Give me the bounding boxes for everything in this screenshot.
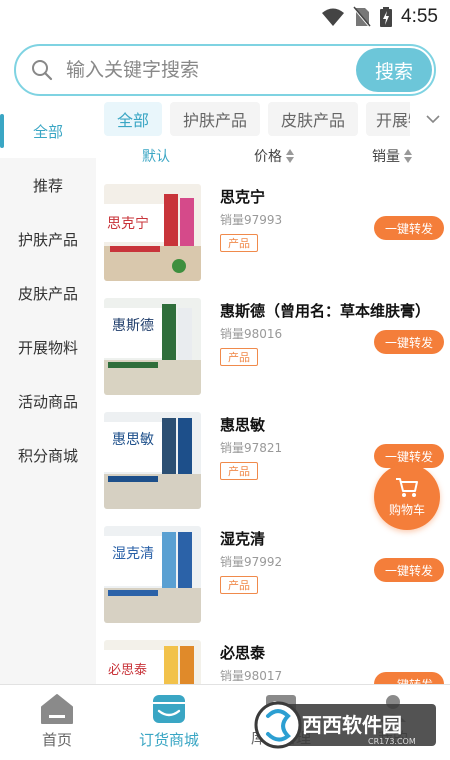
category-sidebar: 全部 推荐 护肤产品 皮肤产品 开展物料 活动商品 积分商城 <box>0 104 96 684</box>
product-image: 惠斯德 <box>104 298 201 395</box>
sort-sales-label: 销量 <box>372 149 400 165</box>
product-item[interactable]: 惠斯德 惠斯德（曾用名：草本维肤膏） 销量98016 产品 一键转发 <box>96 292 450 406</box>
svg-text:思克宁: 思克宁 <box>107 215 149 232</box>
search-bar: 搜索 <box>14 44 436 96</box>
product-tag: 产品 <box>220 462 258 480</box>
product-list: 思克宁 思克宁 销量97993 产品 一键转发 惠斯德 惠斯德（曾用名：草本维肤… <box>96 176 450 684</box>
active-indicator <box>0 114 4 148</box>
category-label: 开展物料 <box>17 338 78 357</box>
product-name: 惠斯德（曾用名：草本维肤膏） <box>220 302 431 320</box>
svg-text:惠斯德: 惠斯德 <box>112 318 154 334</box>
store-icon <box>153 695 185 723</box>
wifi-icon <box>322 8 345 26</box>
product-image: 必思泰 <box>104 640 201 684</box>
svg-text:湿克清: 湿克清 <box>112 546 154 562</box>
category-item-skincare[interactable]: 护肤产品 <box>0 212 96 266</box>
sort-price-label: 价格 <box>254 149 282 165</box>
product-item[interactable]: 湿克清 湿克清 销量97992 产品 一键转发 <box>96 520 450 634</box>
product-name: 湿克清 <box>220 530 266 548</box>
chevron-down-icon[interactable] <box>424 110 442 128</box>
status-bar: 4:55 <box>0 0 450 38</box>
product-sales: 销量97993 <box>220 213 283 227</box>
nav-store-label: 订货商城 <box>138 731 199 749</box>
category-item-promo[interactable]: 活动商品 <box>0 374 96 428</box>
nav-home-label: 首页 <box>41 731 72 749</box>
tab-all[interactable]: 全部 <box>104 102 162 136</box>
sort-bar: 默认 价格 销量 <box>104 142 450 170</box>
status-time: 4:55 <box>401 6 438 27</box>
no-sim-icon <box>353 6 371 28</box>
sort-price[interactable]: 价格 <box>254 146 294 166</box>
home-icon <box>41 694 73 724</box>
share-button[interactable]: 一键转发 <box>374 330 444 354</box>
product-image: 思克宁 <box>104 184 201 281</box>
svg-text:惠思敏: 惠思敏 <box>112 432 154 448</box>
product-name: 惠思敏 <box>220 416 266 434</box>
category-item-recommend[interactable]: 推荐 <box>0 158 96 212</box>
sort-sales[interactable]: 销量 <box>372 146 412 166</box>
product-sales: 销量98016 <box>220 327 283 341</box>
search-button[interactable]: 搜索 <box>356 48 432 92</box>
product-image: 湿克清 <box>104 526 201 623</box>
svg-text:西西软件园: 西西软件园 <box>302 713 402 737</box>
product-sales: 销量98017 <box>220 669 283 683</box>
nav-home[interactable]: 首页 <box>12 693 102 755</box>
search-icon <box>32 60 53 81</box>
sort-default-label: 默认 <box>142 149 170 165</box>
nav-store[interactable]: 订货商城 <box>124 693 214 755</box>
cart-button[interactable]: 购物车 <box>374 464 440 530</box>
subcategory-tabs: 全部 护肤产品 皮肤产品 开展物 <box>104 102 450 138</box>
cart-icon <box>396 477 418 497</box>
product-sales: 销量97821 <box>220 441 283 455</box>
sort-arrows-icon <box>286 149 294 163</box>
sort-default[interactable]: 默认 <box>142 146 170 166</box>
category-item-derma[interactable]: 皮肤产品 <box>0 266 96 320</box>
product-tag: 产品 <box>220 576 258 594</box>
sort-arrows-icon <box>404 149 412 163</box>
tab-skincare[interactable]: 护肤产品 <box>170 102 260 136</box>
svg-text:必思泰: 必思泰 <box>108 663 147 678</box>
product-name: 必思泰 <box>220 644 266 662</box>
svg-text:CR173.COM: CR173.COM <box>368 737 416 746</box>
battery-charging-icon <box>380 7 393 27</box>
category-item-materials[interactable]: 开展物料 <box>0 320 96 374</box>
tab-derma[interactable]: 皮肤产品 <box>268 102 358 136</box>
share-button[interactable]: 一键转发 <box>374 558 444 582</box>
status-icons: 4:55 <box>321 6 438 28</box>
share-button[interactable]: 一键转发 <box>374 672 444 684</box>
category-label: 推荐 <box>32 176 63 195</box>
product-item[interactable]: 思克宁 思克宁 销量97993 产品 一键转发 <box>96 178 450 292</box>
search-input[interactable] <box>66 52 356 88</box>
product-name: 思克宁 <box>220 188 266 206</box>
category-label: 积分商城 <box>17 446 78 465</box>
product-sales: 销量97992 <box>220 555 283 569</box>
category-item-all[interactable]: 全部 <box>0 104 96 158</box>
category-label: 皮肤产品 <box>17 284 78 303</box>
category-label: 全部 <box>32 122 63 141</box>
share-button[interactable]: 一键转发 <box>374 216 444 240</box>
product-image: 惠思敏 <box>104 412 201 509</box>
product-tag: 产品 <box>220 348 258 366</box>
category-label: 护肤产品 <box>17 230 78 249</box>
category-item-points[interactable]: 积分商城 <box>0 428 96 482</box>
cart-label: 购物车 <box>388 502 425 517</box>
watermark-logo: 西西软件园 CR173.COM <box>254 701 436 749</box>
product-tag: 产品 <box>220 234 258 252</box>
category-label: 活动商品 <box>17 392 78 411</box>
product-item[interactable]: 必思泰 必思泰 销量98017 产品 一键转发 <box>96 634 450 684</box>
